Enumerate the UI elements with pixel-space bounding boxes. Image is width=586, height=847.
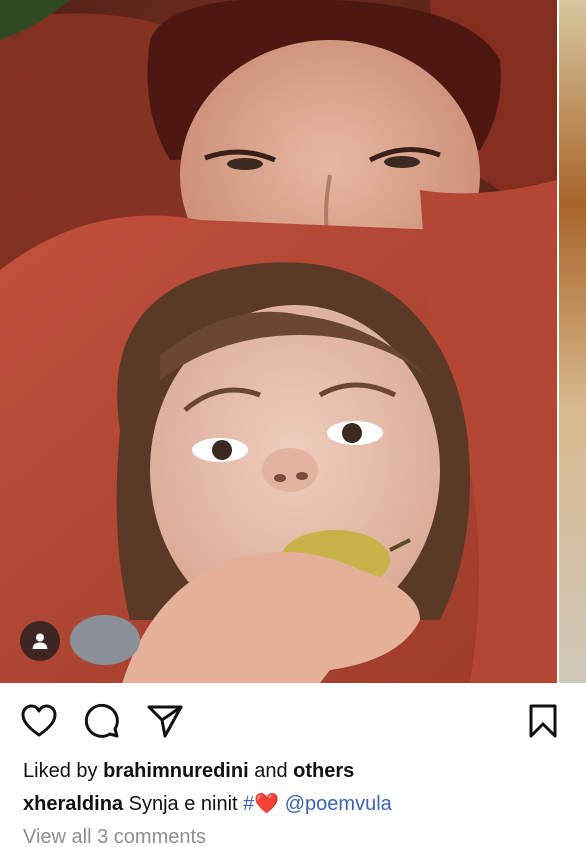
paper-plane-icon[interactable] [146,702,184,740]
view-all-comments-link[interactable]: View all 3 comments [23,826,206,847]
liked-by-others-link[interactable]: others [293,760,354,782]
post-photo[interactable] [0,0,557,683]
heart-outline-icon[interactable] [20,702,58,740]
caption-text: Synja e ninit [128,793,238,815]
next-photo-peek[interactable] [559,0,586,683]
caption-mention-link[interactable]: @poemvula [285,793,392,815]
bookmark-icon[interactable] [524,702,562,740]
likes-prefix: Liked by [23,760,98,782]
tagged-people-button[interactable] [20,621,60,661]
post-action-bar [0,683,586,758]
likes-summary[interactable]: Liked by brahimnuredini and others [23,760,354,783]
caption-username-link[interactable]: xheraldina [23,793,123,815]
post-media-carousel[interactable] [0,0,586,683]
instagram-post: Liked by brahimnuredini and others xhera… [0,0,586,847]
hashtag-symbol: # [243,793,255,815]
user-tag-icon [32,633,48,649]
red-heart-emoji: ❤️ [254,793,280,815]
post-caption: xheraldina Synja e ninit #❤️ @poemvula [23,791,392,816]
speech-bubble-icon[interactable] [83,702,121,740]
caption-hashtag[interactable]: #❤️ [243,793,279,815]
likes-conjunction: and [254,760,288,782]
liked-by-user-link[interactable]: brahimnuredini [103,760,249,782]
